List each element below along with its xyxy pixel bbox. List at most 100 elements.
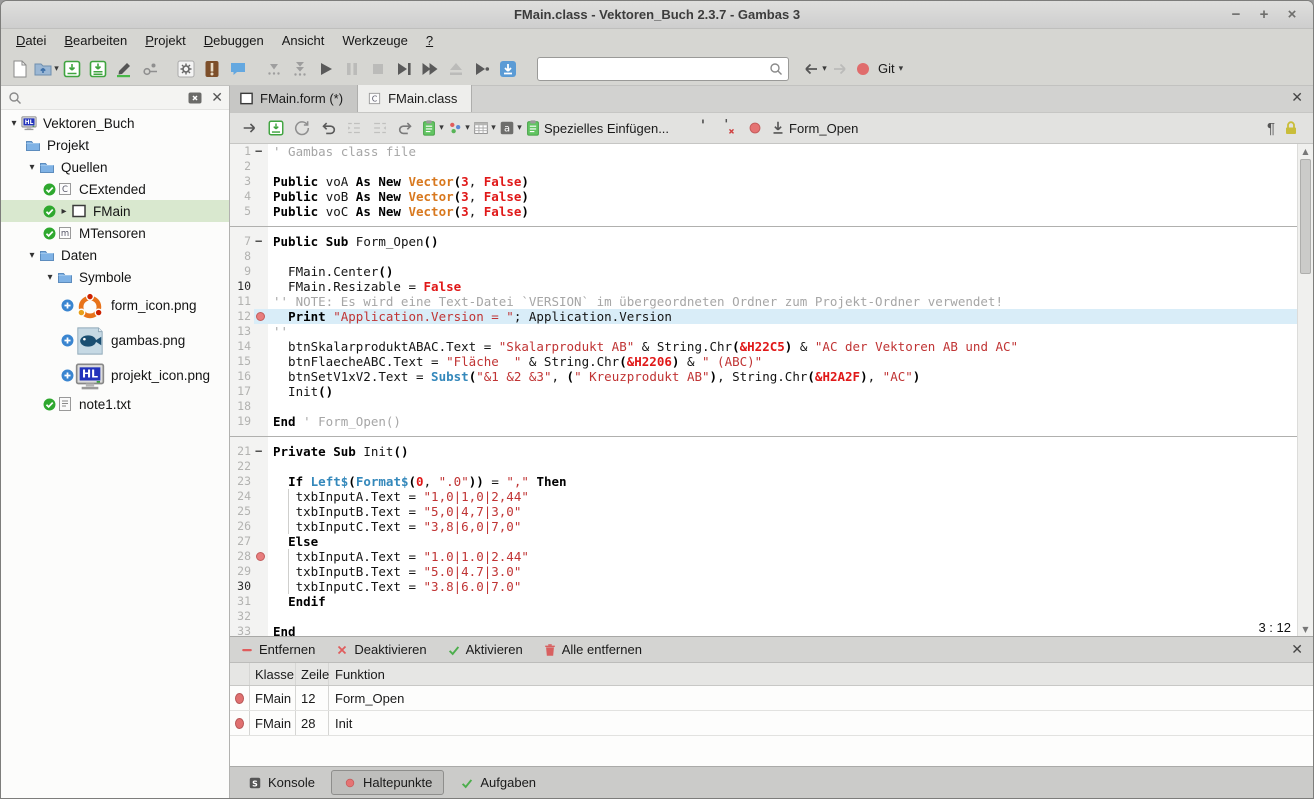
reload-button[interactable] <box>290 116 314 140</box>
code-text[interactable]: '' <box>268 324 1297 339</box>
tree-item-projekt[interactable]: Projekt <box>1 134 229 156</box>
code-text[interactable]: txbInputA.Text = "1,0|1,0|2,44" <box>268 489 1297 504</box>
code-text[interactable]: Public Sub Form_Open() <box>268 234 1297 249</box>
code-text[interactable]: If Left$(Format$(0, ".0")) = "," Then <box>268 474 1297 489</box>
code-text[interactable]: Public voC As New Vector(3, False) <box>268 204 1297 219</box>
code-text[interactable]: '' NOTE: Es wird eine Text-Datei `VERSIO… <box>268 294 1297 309</box>
fold-minus-icon[interactable]: − <box>255 144 262 159</box>
gutter-marker[interactable] <box>254 354 268 369</box>
unindent-button[interactable] <box>368 116 392 140</box>
code-text[interactable]: Public voA As New Vector(3, False) <box>268 174 1297 189</box>
lock-icon[interactable] <box>1283 120 1299 136</box>
insert-table-button[interactable]: ▾ <box>472 116 496 140</box>
color-dots-button[interactable]: ▾ <box>446 116 470 140</box>
code-text[interactable]: End ' Form_Open() <box>268 414 1297 429</box>
code-line[interactable]: 25 txbInputB.Text = "5,0|4,7|3,0" <box>230 504 1297 519</box>
code-text[interactable]: Print "Application.Version = "; Applicat… <box>268 309 1297 324</box>
git-button[interactable]: Git▾ <box>853 56 903 82</box>
tree-item-vektoren_buch[interactable]: ▾HLVektoren_Buch <box>1 112 229 134</box>
new-file-button[interactable] <box>7 56 33 82</box>
code-text[interactable]: btnSetV1xV2.Text = Subst("&1 &2 &3", (" … <box>268 369 1297 384</box>
code-line[interactable]: 17 Init() <box>230 384 1297 399</box>
entfernen-button[interactable]: Entfernen <box>240 642 315 657</box>
code-text[interactable]: Private Sub Init() <box>268 444 1297 459</box>
gear-button[interactable] <box>173 56 199 82</box>
save-arrow-button[interactable] <box>59 56 85 82</box>
code-text[interactable]: Else <box>268 534 1297 549</box>
close-panel-icon[interactable]: ✕ <box>1291 641 1303 658</box>
scrollbar-thumb[interactable] <box>1300 159 1311 274</box>
code-line[interactable]: 28 txbInputA.Text = "1.0|1.0|2.44" <box>230 549 1297 564</box>
code-line[interactable]: 8 <box>230 249 1297 264</box>
gutter-marker[interactable] <box>254 504 268 519</box>
code-editor[interactable]: 1−' Gambas class file23Public voA As New… <box>230 144 1313 636</box>
code-line[interactable]: 13'' <box>230 324 1297 339</box>
gutter-marker[interactable] <box>254 414 268 429</box>
bottom-tab-aufgaben[interactable]: Aufgaben <box>448 770 548 795</box>
gutter-marker[interactable] <box>254 609 268 624</box>
aktivieren-button[interactable]: Aktivieren <box>447 642 523 657</box>
code-line[interactable]: 27 Else <box>230 534 1297 549</box>
code-line[interactable]: 21−Private Sub Init() <box>230 444 1297 459</box>
jump-arrow-button[interactable] <box>238 116 262 140</box>
expand-arrow-icon[interactable]: ▸ <box>57 206 71 217</box>
gutter-marker[interactable] <box>254 309 268 324</box>
goto-procedure-button[interactable]: Form_Open <box>769 116 862 140</box>
breakpoint-dot-button[interactable] <box>743 116 767 140</box>
gutter-marker[interactable] <box>254 339 268 354</box>
tab-fmain.class[interactable]: CFMain.class <box>358 85 472 112</box>
tree-item-fmain[interactable]: ▸FMain <box>1 200 229 222</box>
code-text[interactable] <box>268 459 1297 474</box>
bottom-tab-haltepunkte[interactable]: Haltepunkte <box>331 770 444 795</box>
tree-item-daten[interactable]: ▾Daten <box>1 244 229 266</box>
expand-arrow-icon[interactable]: ▾ <box>7 118 21 129</box>
pencil-button[interactable] <box>111 56 137 82</box>
download-box-button[interactable] <box>495 56 521 82</box>
code-line[interactable]: 10 FMain.Resizable = False <box>230 279 1297 294</box>
code-text[interactable]: txbInputB.Text = "5,0|4,7|3,0" <box>268 504 1297 519</box>
menu-werkzeuge[interactable]: Werkzeuge <box>333 31 417 50</box>
pilcrow-icon[interactable]: ¶ <box>1261 120 1281 137</box>
code-text[interactable] <box>268 399 1297 414</box>
titlebar[interactable]: FMain.class - Vektoren_Buch 2.3.7 - Gamb… <box>1 1 1313 29</box>
slider-dot-button[interactable] <box>137 56 163 82</box>
gutter-marker[interactable] <box>254 474 268 489</box>
gutter-marker[interactable] <box>254 369 268 384</box>
gutter-marker[interactable] <box>254 489 268 504</box>
code-line[interactable]: 22 <box>230 459 1297 474</box>
menu-debuggen[interactable]: Debuggen <box>195 31 273 50</box>
comment-quote-button[interactable]: ' <box>691 116 715 140</box>
play-button[interactable] <box>313 56 339 82</box>
fold-minus-icon[interactable]: − <box>255 234 262 249</box>
fold-minus-icon[interactable]: − <box>255 444 262 459</box>
redo-button[interactable] <box>394 116 418 140</box>
code-text[interactable]: txbInputC.Text = "3.8|6.0|7.0" <box>268 579 1297 594</box>
code-line[interactable]: 4Public voB As New Vector(3, False) <box>230 189 1297 204</box>
code-line[interactable]: 18 <box>230 399 1297 414</box>
gutter-marker[interactable] <box>254 459 268 474</box>
code-text[interactable]: FMain.Resizable = False <box>268 279 1297 294</box>
menu-projekt[interactable]: Projekt <box>136 31 194 50</box>
code-line[interactable]: 5Public voC As New Vector(3, False) <box>230 204 1297 219</box>
code-line[interactable]: 31 Endif <box>230 594 1297 609</box>
code-line[interactable]: 1−' Gambas class file <box>230 144 1297 159</box>
code-line[interactable]: 7−Public Sub Form_Open() <box>230 234 1297 249</box>
gutter-marker[interactable] <box>254 204 268 219</box>
gutter-marker[interactable] <box>254 579 268 594</box>
menu-datei[interactable]: Datei <box>7 31 55 50</box>
breakpoint-dot-icon[interactable] <box>256 552 265 561</box>
gutter-marker[interactable]: − <box>254 444 268 459</box>
code-lines[interactable]: 1−' Gambas class file23Public voA As New… <box>230 144 1297 636</box>
save-arrow-all-button[interactable] <box>85 56 111 82</box>
paste-clipboard-button[interactable]: ▾ <box>420 116 444 140</box>
gutter-marker[interactable] <box>254 174 268 189</box>
breakpoint-dot-icon[interactable] <box>256 312 265 321</box>
indent-button[interactable] <box>342 116 366 140</box>
tree-item-gambas.png[interactable]: gambas.png <box>1 323 229 358</box>
uncomment-quote-button[interactable]: ' <box>717 116 741 140</box>
forward-button[interactable] <box>827 56 853 82</box>
save-arrow-button[interactable] <box>264 116 288 140</box>
gutter-marker[interactable] <box>254 549 268 564</box>
code-text[interactable]: Init() <box>268 384 1297 399</box>
tree-item-note1.txt[interactable]: note1.txt <box>1 393 229 415</box>
